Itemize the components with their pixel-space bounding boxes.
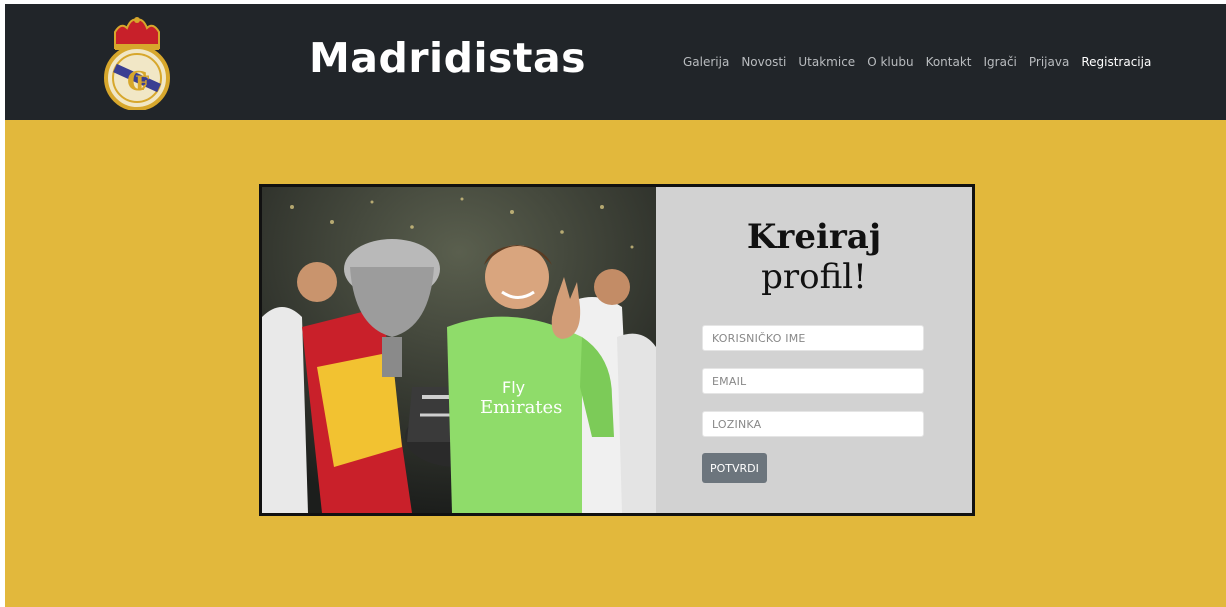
svg-text:F: F bbox=[135, 71, 149, 95]
form-title-line1: Kreiraj bbox=[746, 217, 882, 257]
nav-item-utakmice[interactable]: Utakmice bbox=[792, 54, 861, 70]
nav-item-kontakt[interactable]: Kontakt bbox=[920, 54, 978, 70]
email-field[interactable] bbox=[702, 368, 924, 394]
navbar: C F Madridistas Galerija Novosti Utakmic… bbox=[5, 4, 1226, 120]
registration-card: Fly Emirates Kreiraj profil! POTVRDI bbox=[259, 184, 975, 516]
form-title-line2: profil! bbox=[761, 257, 867, 297]
shirt-text-fly: Fly bbox=[502, 378, 525, 397]
real-madrid-crest-icon[interactable]: C F bbox=[101, 14, 173, 110]
username-field[interactable] bbox=[702, 325, 924, 351]
main-nav: Galerija Novosti Utakmice O klubu Kontak… bbox=[677, 54, 1157, 70]
register-form-panel: Kreiraj profil! POTVRDI bbox=[656, 187, 972, 513]
nav-item-galerija[interactable]: Galerija bbox=[677, 54, 735, 70]
page-frame: C F Madridistas Galerija Novosti Utakmic… bbox=[5, 4, 1226, 607]
nav-item-o-klubu[interactable]: O klubu bbox=[861, 54, 919, 70]
form-title: Kreiraj profil! bbox=[656, 217, 972, 297]
player-trophy-photo: Fly Emirates bbox=[262, 187, 656, 513]
nav-item-novosti[interactable]: Novosti bbox=[735, 54, 792, 70]
password-field[interactable] bbox=[702, 411, 924, 437]
nav-item-igraci[interactable]: Igrači bbox=[978, 54, 1023, 70]
nav-item-prijava[interactable]: Prijava bbox=[1023, 54, 1075, 70]
photo-illustration: Fly Emirates bbox=[262, 187, 656, 513]
shirt-text-emirates: Emirates bbox=[480, 397, 562, 418]
brand-title[interactable]: Madridistas bbox=[309, 34, 586, 83]
submit-button[interactable]: POTVRDI bbox=[702, 453, 767, 483]
nav-item-registracija[interactable]: Registracija bbox=[1075, 54, 1157, 70]
